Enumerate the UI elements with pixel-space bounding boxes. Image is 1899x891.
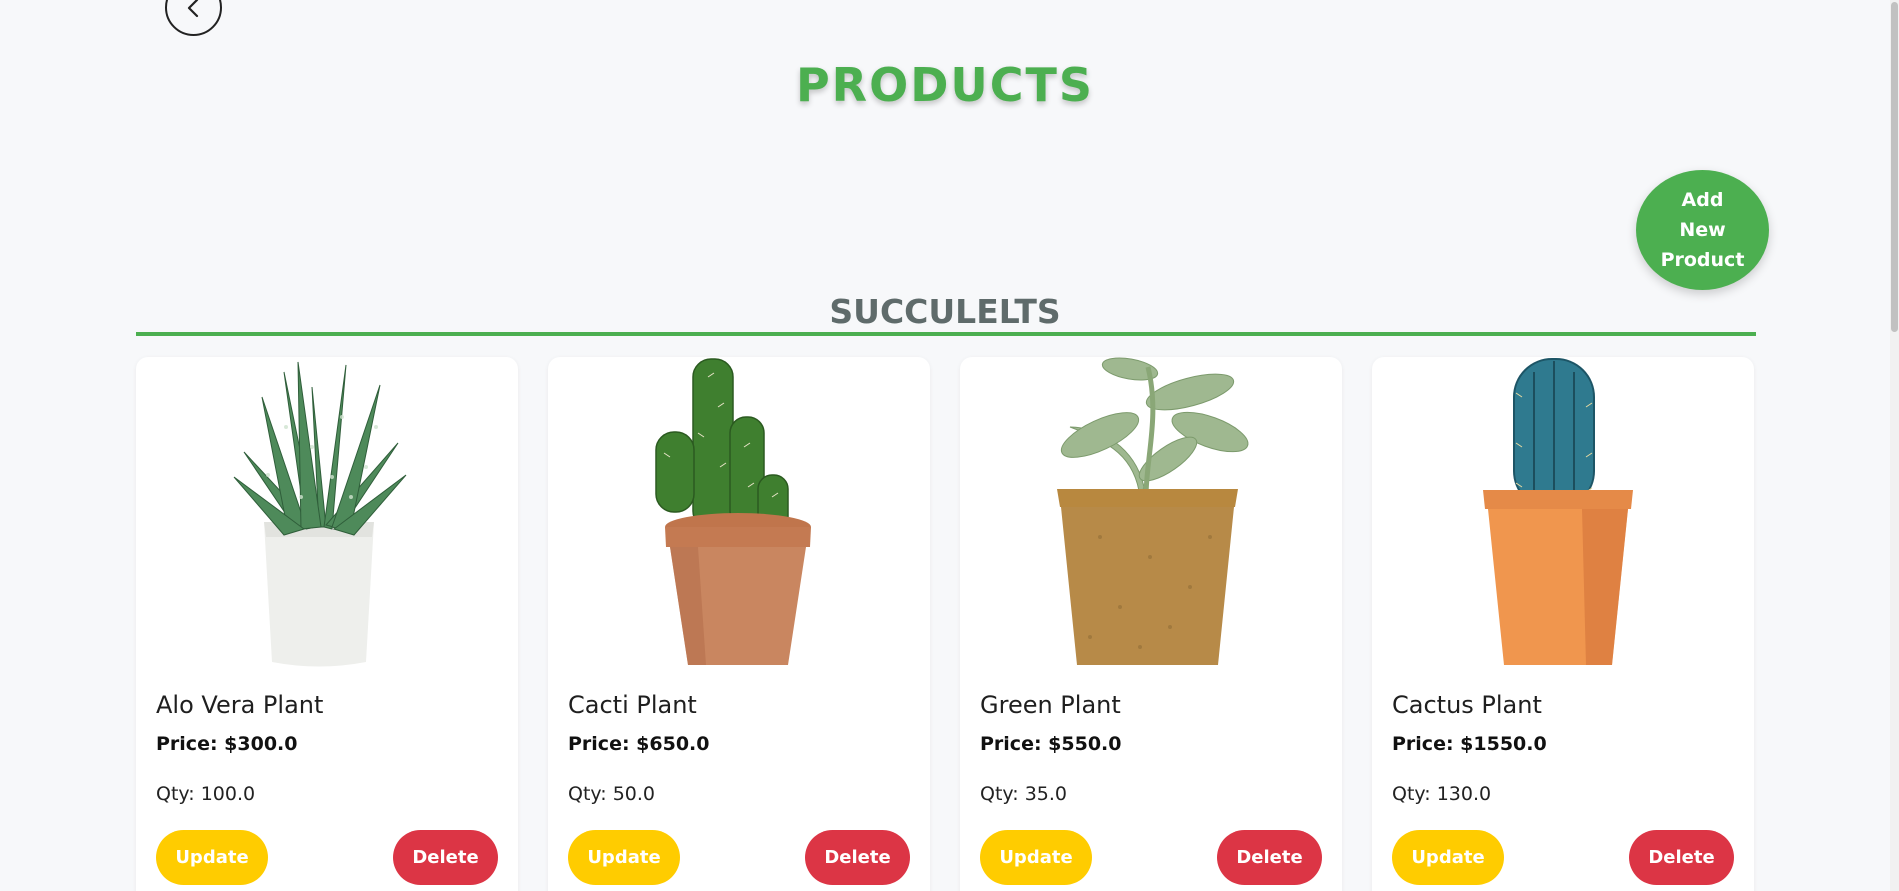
product-price: Price: $550.0 bbox=[980, 733, 1122, 755]
scrollbar-thumb[interactable] bbox=[1891, 2, 1898, 332]
page-title: PRODUCTS bbox=[795, 58, 1095, 112]
product-price: Price: $300.0 bbox=[156, 733, 298, 755]
delete-button[interactable]: Delete bbox=[805, 830, 910, 885]
product-card: Cacti Plant Price: $650.0 Qty: 50.0 Upda… bbox=[548, 357, 930, 891]
add-button-label-line-1: Add bbox=[1681, 189, 1724, 211]
add-button-label-line-3: Product bbox=[1660, 249, 1745, 271]
product-price: Price: $650.0 bbox=[568, 733, 710, 755]
category-divider bbox=[136, 332, 1756, 336]
product-qty: Qty: 100.0 bbox=[156, 783, 256, 805]
delete-button[interactable]: Delete bbox=[393, 830, 498, 885]
delete-button[interactable]: Delete bbox=[1629, 830, 1734, 885]
product-name: Cacti Plant bbox=[568, 691, 697, 719]
product-name: Green Plant bbox=[980, 691, 1121, 719]
product-card: Alo Vera Plant Price: $300.0 Qty: 100.0 … bbox=[136, 357, 518, 891]
category-title: SUCCULELTS bbox=[829, 292, 1061, 331]
aloe-plant-image bbox=[136, 357, 518, 669]
delete-button[interactable]: Delete bbox=[1217, 830, 1322, 885]
product-price: Price: $1550.0 bbox=[1392, 733, 1547, 755]
product-qty: Qty: 50.0 bbox=[568, 783, 656, 805]
update-button[interactable]: Update bbox=[1392, 830, 1504, 885]
product-card: Green Plant Price: $550.0 Qty: 35.0 Upda… bbox=[960, 357, 1342, 891]
blue-cactus-image bbox=[1372, 357, 1754, 669]
product-name: Alo Vera Plant bbox=[156, 691, 324, 719]
product-qty: Qty: 130.0 bbox=[1392, 783, 1492, 805]
update-button[interactable]: Update bbox=[156, 830, 268, 885]
add-button-label-line-2: New bbox=[1679, 219, 1726, 241]
back-button[interactable] bbox=[165, 0, 222, 36]
cactus-plant-image bbox=[548, 357, 930, 669]
product-qty: Qty: 35.0 bbox=[980, 783, 1068, 805]
product-card: Cactus Plant Price: $1550.0 Qty: 130.0 U… bbox=[1372, 357, 1754, 891]
chevron-left-icon bbox=[182, 0, 206, 20]
product-name: Cactus Plant bbox=[1392, 691, 1542, 719]
products-page: PRODUCTS Add New Product SUCCULELTS Alo … bbox=[0, 0, 1899, 891]
vertical-scrollbar[interactable] bbox=[1890, 0, 1899, 891]
green-plant-image bbox=[960, 357, 1342, 669]
add-new-product-button[interactable]: Add New Product bbox=[1636, 170, 1769, 290]
update-button[interactable]: Update bbox=[568, 830, 680, 885]
update-button[interactable]: Update bbox=[980, 830, 1092, 885]
product-grid: Alo Vera Plant Price: $300.0 Qty: 100.0 … bbox=[136, 357, 1756, 891]
